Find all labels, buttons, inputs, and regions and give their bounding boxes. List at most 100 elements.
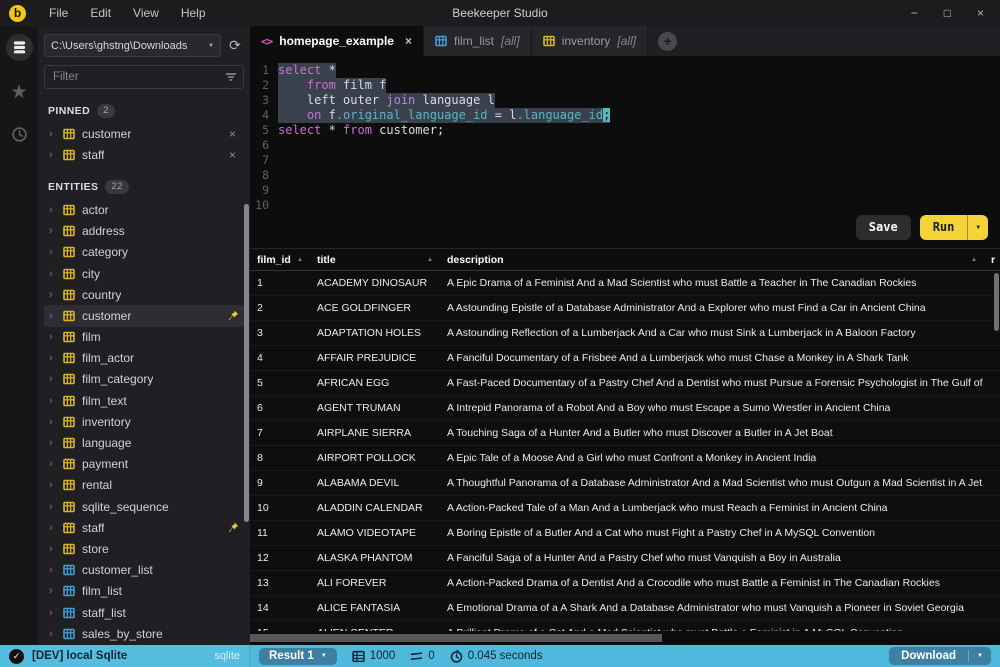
cell-film-id[interactable]: 3 (250, 327, 310, 339)
menu-help[interactable]: Help (170, 0, 217, 26)
chevron-right-icon[interactable]: › (49, 416, 56, 428)
close-icon[interactable]: × (226, 148, 239, 162)
run-button-label[interactable]: Run (920, 215, 968, 240)
download-button[interactable]: Download ▼ (889, 647, 991, 665)
cell-description[interactable]: A Fast-Paced Documentary of a Pastry Che… (440, 377, 984, 389)
sidebar-item-sqlite_sequence[interactable]: ›sqlite_sequence (44, 496, 244, 517)
cell-title[interactable]: ALI FOREVER (310, 577, 440, 589)
vertical-scrollbar[interactable] (994, 273, 999, 331)
chevron-right-icon[interactable]: › (49, 204, 56, 216)
cell-description[interactable]: A Thoughtful Panorama of a Database Admi… (440, 477, 984, 489)
sidebar-scrollbar[interactable] (244, 204, 249, 522)
column-header-film_id[interactable]: film_id▲ (250, 249, 310, 270)
cell-film-id[interactable]: 1 (250, 277, 310, 289)
table-row[interactable]: 3ADAPTATION HOLESA Astounding Reflection… (250, 321, 1000, 346)
new-tab-button[interactable]: + (658, 32, 677, 51)
sidebar-item-film_list[interactable]: ›film_list (44, 581, 244, 602)
chevron-right-icon[interactable]: › (49, 458, 56, 470)
tab-inventory[interactable]: inventory[all] (532, 26, 648, 56)
cell-title[interactable]: ALABAMA DEVIL (310, 477, 440, 489)
result-selector[interactable]: Result 1 ▼ (259, 648, 337, 665)
chevron-right-icon[interactable]: › (49, 373, 56, 385)
tab-film_list[interactable]: film_list[all] (424, 26, 532, 56)
cell-title[interactable]: ACE GOLDFINGER (310, 302, 440, 314)
database-icon[interactable] (6, 34, 33, 61)
menu-file[interactable]: File (38, 0, 79, 26)
cell-film-id[interactable]: 8 (250, 452, 310, 464)
favorites-star-icon[interactable]: ★ (10, 83, 27, 102)
save-button[interactable]: Save (856, 215, 911, 240)
cell-title[interactable]: ALASKA PHANTOM (310, 552, 440, 564)
download-caret-icon[interactable]: ▼ (968, 650, 991, 662)
sort-icon[interactable]: ▲ (427, 257, 433, 263)
close-icon[interactable]: × (226, 127, 239, 141)
cell-title[interactable]: ALAMO VIDEOTAPE (310, 527, 440, 539)
sidebar-item-staff[interactable]: ›staff (44, 517, 244, 538)
horizontal-scrollbar[interactable] (250, 634, 662, 642)
sidebar-item-customer_list[interactable]: ›customer_list (44, 560, 244, 581)
sidebar-item-payment[interactable]: ›payment (44, 454, 244, 475)
minimize-button[interactable]: − (911, 6, 918, 20)
cell-description[interactable]: A Astounding Epistle of a Database Admin… (440, 302, 984, 314)
cell-title[interactable]: AFFAIR PREJUDICE (310, 352, 440, 364)
chevron-right-icon[interactable]: › (49, 289, 56, 301)
tab-homepage_example[interactable]: <>homepage_example× (250, 26, 424, 56)
table-row[interactable]: 6AGENT TRUMANA Intrepid Panorama of a Ro… (250, 396, 1000, 421)
sidebar-item-film_category[interactable]: ›film_category (44, 369, 244, 390)
cell-film-id[interactable]: 6 (250, 402, 310, 414)
cell-description[interactable]: A Action-Packed Tale of a Man And a Lumb… (440, 502, 984, 514)
cell-title[interactable]: AIRPORT POLLOCK (310, 452, 440, 464)
cell-description[interactable]: A Fanciful Documentary of a Frisbee And … (440, 352, 984, 364)
chevron-right-icon[interactable]: › (49, 522, 56, 534)
column-header-description[interactable]: description▲ (440, 249, 984, 270)
table-row[interactable]: 7AIRPLANE SIERRAA Touching Saga of a Hun… (250, 421, 1000, 446)
sidebar-item-address[interactable]: ›address (44, 221, 244, 242)
chevron-right-icon[interactable]: › (49, 128, 56, 140)
chevron-right-icon[interactable]: › (49, 585, 56, 597)
connection-select[interactable]: C:\Users\ghstng\Downloads ▼ (44, 34, 221, 57)
chevron-right-icon[interactable]: › (49, 437, 56, 449)
cell-title[interactable]: ACADEMY DINOSAUR (310, 277, 440, 289)
sidebar-item-staff_list[interactable]: ›staff_list (44, 602, 244, 623)
refresh-icon[interactable]: ⟳ (226, 37, 244, 54)
cell-title[interactable]: ALICE FANTASIA (310, 602, 440, 614)
sql-editor[interactable]: 1select *2 from film f3 left outer join … (250, 56, 1000, 248)
chevron-right-icon[interactable]: › (49, 352, 56, 364)
cell-description[interactable]: A Fanciful Saga of a Hunter And a Pastry… (440, 552, 984, 564)
cell-description[interactable]: A Epic Tale of a Moose And a Girl who mu… (440, 452, 984, 464)
sidebar-item-rental[interactable]: ›rental (44, 475, 244, 496)
chevron-right-icon[interactable]: › (49, 564, 56, 576)
chevron-right-icon[interactable]: › (49, 543, 56, 555)
app-logo[interactable]: b (9, 5, 26, 22)
close-icon[interactable]: × (405, 34, 412, 48)
table-row[interactable]: 13ALI FOREVERA Action-Packed Drama of a … (250, 571, 1000, 596)
table-row[interactable]: 11ALAMO VIDEOTAPEA Boring Epistle of a B… (250, 521, 1000, 546)
sidebar-item-actor[interactable]: ›actor (44, 199, 244, 220)
cell-film-id[interactable]: 14 (250, 602, 310, 614)
chevron-right-icon[interactable]: › (49, 225, 56, 237)
column-header-title[interactable]: title▲ (310, 249, 440, 270)
cell-title[interactable]: AIRPLANE SIERRA (310, 427, 440, 439)
cell-description[interactable]: A Intrepid Panorama of a Robot And a Boy… (440, 402, 984, 414)
cell-film-id[interactable]: 4 (250, 352, 310, 364)
cell-description[interactable]: A Action-Packed Drama of a Dentist And a… (440, 577, 984, 589)
sidebar-item-film[interactable]: ›film (44, 327, 244, 348)
chevron-right-icon[interactable]: › (49, 331, 56, 343)
sidebar-item-inventory[interactable]: ›inventory (44, 411, 244, 432)
table-row[interactable]: 10ALADDIN CALENDARA Action-Packed Tale o… (250, 496, 1000, 521)
cell-film-id[interactable]: 2 (250, 302, 310, 314)
chevron-right-icon[interactable]: › (49, 607, 56, 619)
table-row[interactable]: 15ALIEN CENTERA Brilliant Drama of a Cat… (250, 621, 1000, 631)
chevron-right-icon[interactable]: › (49, 310, 56, 322)
filter-input[interactable] (44, 65, 244, 89)
sort-icon[interactable]: ▲ (971, 257, 977, 263)
sidebar-item-category[interactable]: ›category (44, 242, 244, 263)
cell-film-id[interactable]: 13 (250, 577, 310, 589)
chevron-right-icon[interactable]: › (49, 149, 56, 161)
table-row[interactable]: 12ALASKA PHANTOMA Fanciful Saga of a Hun… (250, 546, 1000, 571)
menu-view[interactable]: View (122, 0, 170, 26)
sidebar-item-customer[interactable]: ›customer× (44, 123, 244, 144)
sidebar-item-sales_by_store[interactable]: ›sales_by_store (44, 623, 244, 644)
table-row[interactable]: 5AFRICAN EGGA Fast-Paced Documentary of … (250, 371, 1000, 396)
chevron-right-icon[interactable]: › (49, 501, 56, 513)
